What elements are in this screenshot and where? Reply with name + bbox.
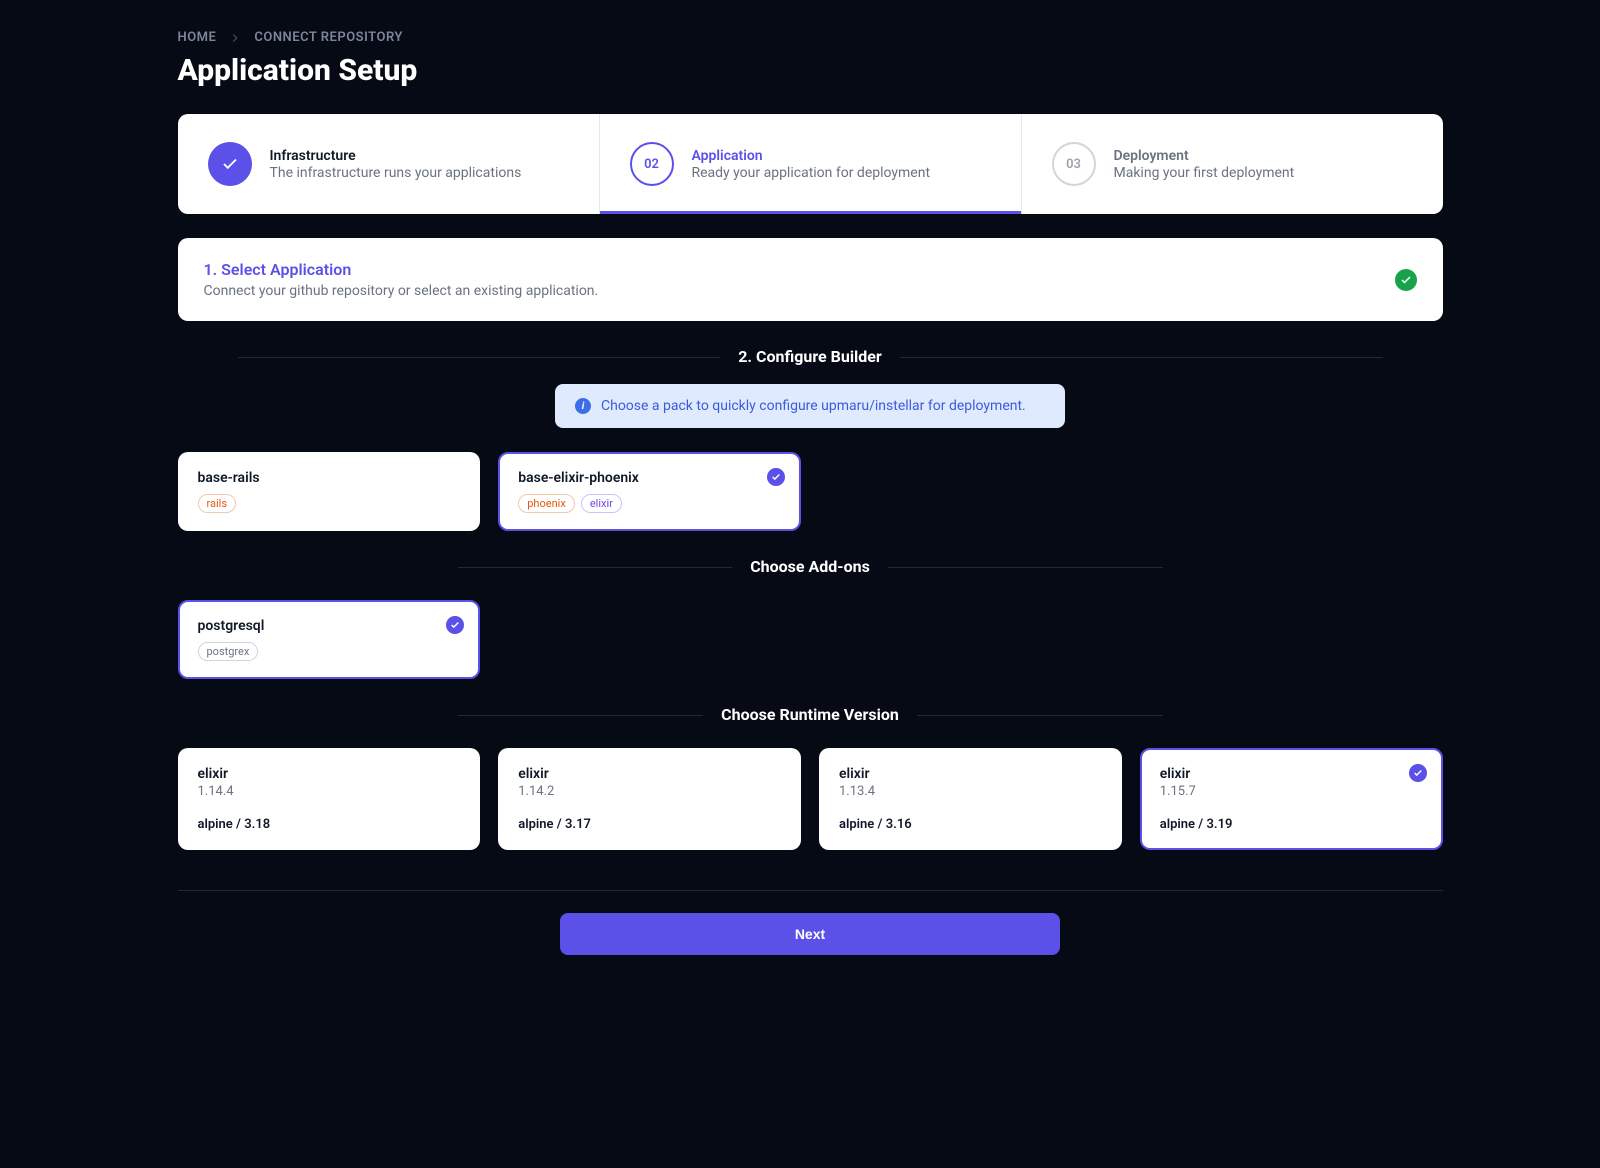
next-button[interactable]: Next xyxy=(560,913,1060,955)
tag-row: phoenix elixir xyxy=(518,494,781,513)
pack-card[interactable]: base-rails rails xyxy=(178,452,481,531)
step-title: Infrastructure xyxy=(270,148,522,164)
check-icon xyxy=(1409,764,1427,782)
divider xyxy=(178,890,1443,891)
card-title: base-rails xyxy=(198,470,461,486)
breadcrumb-home[interactable]: HOME xyxy=(178,30,217,45)
section-configure-builder: 2. Configure Builder xyxy=(238,347,1383,366)
step-desc: Ready your application for deployment xyxy=(692,165,931,181)
breadcrumb-current[interactable]: CONNECT REPOSITORY xyxy=(254,30,403,45)
info-icon: i xyxy=(575,398,591,414)
runtime-card[interactable]: elixir 1.14.4 alpine / 3.18 xyxy=(178,748,481,850)
stepper: Infrastructure The infrastructure runs y… xyxy=(178,114,1443,214)
runtime-name: elixir xyxy=(518,766,781,782)
runtime-card[interactable]: elixir 1.15.7 alpine / 3.19 xyxy=(1140,748,1443,850)
runtime-title: Choose Runtime Version xyxy=(458,705,1163,724)
runtime-version: 1.14.4 xyxy=(198,784,461,799)
stepper-deployment[interactable]: 03 Deployment Making your first deployme… xyxy=(1021,114,1443,214)
runtime-os: alpine / 3.16 xyxy=(839,817,1102,832)
info-text: Choose a pack to quickly configure upmar… xyxy=(601,398,1026,414)
breadcrumb: HOME CONNECT REPOSITORY xyxy=(178,30,1443,45)
runtime-os: alpine / 3.19 xyxy=(1160,817,1423,832)
runtime-version: 1.15.7 xyxy=(1160,784,1423,799)
tag: phoenix xyxy=(518,494,575,513)
runtime-card[interactable]: elixir 1.13.4 alpine / 3.16 xyxy=(819,748,1122,850)
tag-row: rails xyxy=(198,494,461,513)
tag: elixir xyxy=(581,494,622,513)
runtime-version: 1.14.2 xyxy=(518,784,781,799)
tag: postgrex xyxy=(198,642,259,661)
step-number: 03 xyxy=(1052,142,1096,186)
runtime-version: 1.13.4 xyxy=(839,784,1102,799)
section-title: 1. Select Application xyxy=(204,260,599,279)
section-desc: Connect your github repository or select… xyxy=(204,283,599,299)
tag: rails xyxy=(198,494,237,513)
step-desc: The infrastructure runs your application… xyxy=(270,165,522,181)
pack-card[interactable]: base-elixir-phoenix phoenix elixir xyxy=(498,452,801,531)
check-icon xyxy=(208,142,252,186)
runtime-name: elixir xyxy=(839,766,1102,782)
addons-grid: postgresql postgrex xyxy=(178,600,1443,679)
stepper-infrastructure[interactable]: Infrastructure The infrastructure runs y… xyxy=(178,114,599,214)
packs-grid: base-rails rails base-elixir-phoenix pho… xyxy=(178,452,1443,531)
check-icon xyxy=(446,616,464,634)
runtime-card[interactable]: elixir 1.14.2 alpine / 3.17 xyxy=(498,748,801,850)
step-desc: Making your first deployment xyxy=(1114,165,1295,181)
runtime-name: elixir xyxy=(1160,766,1423,782)
step-title: Deployment xyxy=(1114,148,1295,164)
step-title: Application xyxy=(692,148,931,164)
card-title: base-elixir-phoenix xyxy=(518,470,781,486)
addons-title: Choose Add-ons xyxy=(458,557,1163,576)
section-select-application[interactable]: 1. Select Application Connect your githu… xyxy=(178,238,1443,321)
info-banner: i Choose a pack to quickly configure upm… xyxy=(555,384,1065,428)
runtimes-grid: elixir 1.14.4 alpine / 3.18 elixir 1.14.… xyxy=(178,748,1443,850)
step-number: 02 xyxy=(630,142,674,186)
addon-card[interactable]: postgresql postgrex xyxy=(178,600,481,679)
chevron-right-icon xyxy=(228,31,242,45)
tag-row: postgrex xyxy=(198,642,461,661)
card-title: postgresql xyxy=(198,618,461,634)
page-title: Application Setup xyxy=(178,53,1443,88)
check-icon xyxy=(1395,269,1417,291)
runtime-os: alpine / 3.17 xyxy=(518,817,781,832)
runtime-name: elixir xyxy=(198,766,461,782)
stepper-application[interactable]: 02 Application Ready your application fo… xyxy=(599,114,1021,214)
runtime-os: alpine / 3.18 xyxy=(198,817,461,832)
check-icon xyxy=(767,468,785,486)
